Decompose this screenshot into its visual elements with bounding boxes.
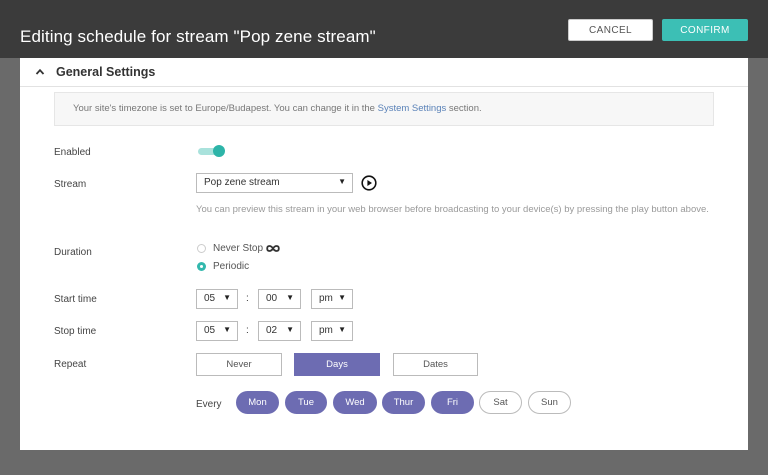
- enabled-label: Enabled: [54, 147, 91, 158]
- dropdown-arrow-icon: ▼: [223, 293, 231, 302]
- time-separator: :: [246, 325, 249, 336]
- toggle-knob: [213, 145, 225, 157]
- start-minute-select[interactable]: 00 ▼: [258, 289, 301, 309]
- section-title: General Settings: [56, 65, 156, 79]
- start-minute-value: 00: [266, 293, 278, 304]
- duration-label: Duration: [54, 247, 92, 258]
- never-stop-label: Never Stop: [213, 243, 264, 254]
- day-fri-button[interactable]: Fri: [431, 391, 474, 414]
- stop-minute-value: 02: [266, 325, 278, 336]
- cancel-button[interactable]: CANCEL: [568, 19, 653, 41]
- repeat-days-button[interactable]: Days: [294, 353, 380, 376]
- dropdown-arrow-icon: ▼: [286, 293, 294, 302]
- notice-text: Your site's timezone is set to Europe/Bu…: [73, 103, 378, 114]
- stream-preview-hint: You can preview this stream in your web …: [196, 204, 709, 215]
- start-ampm-value: pm: [319, 293, 333, 304]
- start-time-label: Start time: [54, 294, 97, 305]
- day-thur-button[interactable]: Thur: [382, 391, 425, 414]
- start-hour-value: 05: [204, 293, 216, 304]
- periodic-radio[interactable]: [197, 262, 206, 271]
- repeat-label: Repeat: [54, 359, 87, 370]
- stop-time-label: Stop time: [54, 326, 97, 337]
- stop-hour-select[interactable]: 05 ▼: [196, 321, 238, 341]
- general-settings-header[interactable]: General Settings: [20, 58, 748, 87]
- chevron-up-icon[interactable]: [35, 67, 45, 77]
- periodic-label: Periodic: [213, 261, 250, 272]
- never-stop-radio[interactable]: [197, 244, 206, 253]
- day-mon-button[interactable]: Mon: [236, 391, 279, 414]
- day-sun-button[interactable]: Sun: [528, 391, 571, 414]
- play-circle-icon[interactable]: [361, 175, 377, 191]
- notice-text-end: section.: [446, 103, 482, 114]
- stream-select[interactable]: Pop zene stream ▼: [196, 173, 353, 193]
- dropdown-arrow-icon: ▼: [338, 325, 346, 334]
- confirm-button[interactable]: CONFIRM: [662, 19, 748, 41]
- day-sat-button[interactable]: Sat: [479, 391, 522, 414]
- stop-minute-select[interactable]: 02 ▼: [258, 321, 301, 341]
- dropdown-arrow-icon: ▼: [286, 325, 294, 334]
- system-settings-link[interactable]: System Settings: [378, 103, 447, 114]
- dialog-title: Editing schedule for stream "Pop zene st…: [20, 27, 376, 46]
- stream-select-value: Pop zene stream: [204, 177, 280, 188]
- start-hour-select[interactable]: 05 ▼: [196, 289, 238, 309]
- repeat-never-button[interactable]: Never: [196, 353, 282, 376]
- dropdown-arrow-icon: ▼: [338, 293, 346, 302]
- dropdown-arrow-icon: ▼: [338, 177, 346, 186]
- every-label: Every: [196, 399, 222, 410]
- time-separator: :: [246, 293, 249, 304]
- start-ampm-select[interactable]: pm ▼: [311, 289, 353, 309]
- stop-ampm-value: pm: [319, 325, 333, 336]
- dialog-panel: General Settings Your site's timezone is…: [20, 58, 748, 450]
- stop-hour-value: 05: [204, 325, 216, 336]
- day-tue-button[interactable]: Tue: [285, 391, 327, 414]
- day-wed-button[interactable]: Wed: [333, 391, 377, 414]
- infinity-icon: [266, 245, 280, 252]
- dialog-header: Editing schedule for stream "Pop zene st…: [0, 0, 768, 58]
- dropdown-arrow-icon: ▼: [223, 325, 231, 334]
- enabled-toggle[interactable]: [196, 145, 226, 157]
- stream-label: Stream: [54, 179, 87, 190]
- stop-ampm-select[interactable]: pm ▼: [311, 321, 353, 341]
- repeat-dates-button[interactable]: Dates: [393, 353, 478, 376]
- timezone-notice: Your site's timezone is set to Europe/Bu…: [54, 92, 714, 126]
